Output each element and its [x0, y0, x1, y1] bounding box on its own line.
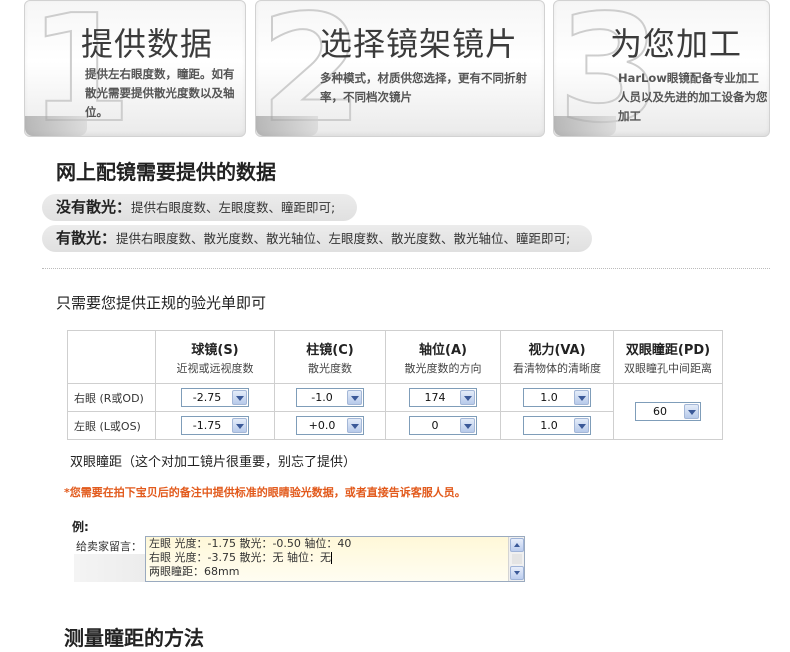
cell-pupil-distance: 60: [613, 383, 723, 440]
step-card-3: 3 为您加工 HarLow眼镜配备专业加工人员以及先进的加工设备为您加工: [553, 0, 770, 137]
chevron-down-icon[interactable]: [232, 390, 247, 405]
astigmatism-pill: 有散光：提供右眼度数、散光度数、散光轴位、左眼度数、散光度数、散光轴位、瞳距即可…: [42, 225, 593, 252]
message-line-pd: 两眼瞳距：68mm: [149, 565, 240, 578]
chevron-down-icon[interactable]: [460, 390, 475, 405]
chevron-down-icon[interactable]: [347, 390, 362, 405]
example-label-shade: [74, 554, 146, 582]
step-number-shadow: [25, 116, 87, 136]
cell-cylinder: -1.0: [274, 383, 386, 412]
chevron-down-icon[interactable]: [574, 390, 589, 405]
cylinder-select-left[interactable]: +0.0: [296, 416, 364, 435]
pd-importance-note: 双眼瞳距（这个对加工镜片很重要，别忘了提供）: [70, 455, 357, 470]
step-number-shadow: [256, 116, 318, 136]
table-row-right-eye: 右眼 (R或OD) -2.75 -1.0 174 1.0 60: [67, 383, 723, 440]
row-label: 左眼 (L或OS): [67, 411, 156, 440]
pill-label: 没有散光：: [56, 198, 132, 216]
step-title: 为您加工: [610, 25, 743, 63]
header-cylinder: 柱镜(C) 散光度数: [274, 330, 386, 384]
step-card-2: 2 选择镜架镜片 多种模式，材质供您选择，更有不同折射率，不同档次镜片: [255, 0, 545, 137]
axis-select-left[interactable]: 0: [409, 416, 477, 435]
step-title: 提供数据: [81, 25, 214, 63]
row-label: 右眼 (R或OD): [67, 383, 156, 412]
text-caret: [330, 552, 332, 564]
cell-visual-acuity: 1.0: [500, 383, 614, 412]
steps-banner: 1 提供数据 提供左右眼度数，瞳距。如有散光需要提供散光度数以及轴位。 2 选择…: [24, 0, 770, 137]
cell-sphere: -2.75: [155, 383, 275, 412]
chevron-down-icon[interactable]: [684, 404, 699, 419]
prescription-table: 球镜(S) 近视或远视度数 柱镜(C) 散光度数 轴位(A) 散光度数的方向 视…: [67, 330, 723, 440]
cell-cylinder: +0.0: [274, 411, 386, 440]
message-field-label: 给卖家留言：: [76, 540, 142, 553]
chevron-down-icon[interactable]: [347, 418, 362, 433]
pill-text: 提供右眼度数、散光度数、散光轴位、左眼度数、散光度数、散光轴位、瞳距即可;: [116, 231, 571, 246]
step-card-1: 1 提供数据 提供左右眼度数，瞳距。如有散光需要提供散光度数以及轴位。: [24, 0, 246, 137]
table-corner-cell: [67, 330, 156, 384]
va-select-left[interactable]: 1.0: [523, 416, 591, 435]
seller-message-textarea[interactable]: 左眼 光度：-1.75 散光：-0.50 轴位：40 右眼 光度：-3.75 散…: [145, 536, 525, 582]
pill-text: 提供右眼度数、左眼度数、瞳距即可;: [131, 200, 336, 215]
scroll-track[interactable]: [512, 554, 522, 564]
sphere-select-left[interactable]: -1.75: [181, 416, 249, 435]
no-astigmatism-pill: 没有散光：提供右眼度数、左眼度数、瞳距即可;: [42, 194, 358, 221]
step-number-shadow: [554, 116, 616, 136]
cell-visual-acuity: 1.0: [500, 411, 614, 440]
sphere-select-right[interactable]: -2.75: [181, 388, 249, 407]
message-line-right-eye: 右眼 光度：-3.75 散光：无 轴位：无: [149, 551, 332, 564]
va-select-right[interactable]: 1.0: [523, 388, 591, 407]
cell-sphere: -1.75: [155, 411, 275, 440]
scroll-down-icon[interactable]: [510, 566, 524, 580]
cell-axis: 174: [385, 383, 501, 412]
header-pupil-distance: 双眼瞳距(PD) 双眼瞳孔中间距离: [613, 330, 723, 384]
dotted-divider: [42, 268, 770, 269]
step-description: HarLow眼镜配备专业加工人员以及先进的加工设备为您加工: [618, 71, 768, 123]
step-title: 选择镜架镜片: [320, 25, 519, 63]
header-sphere: 球镜(S) 近视或远视度数: [155, 330, 275, 384]
table-header-row: 球镜(S) 近视或远视度数 柱镜(C) 散光度数 轴位(A) 散光度数的方向 视…: [67, 330, 723, 384]
warning-note: *您需要在拍下宝贝后的备注中提供标准的眼睛验光数据，或者直接告诉客服人员。: [64, 486, 466, 499]
message-line-left-eye: 左眼 光度：-1.75 散光：-0.50 轴位：40: [149, 537, 352, 550]
header-visual-acuity: 视力(VA) 看清物体的清晰度: [500, 330, 614, 384]
chevron-down-icon[interactable]: [460, 418, 475, 433]
step-description: 提供左右眼度数，瞳距。如有散光需要提供散光度数以及轴位。: [85, 67, 235, 119]
cell-axis: 0: [385, 411, 501, 440]
scroll-up-icon[interactable]: [510, 538, 524, 552]
pd-select[interactable]: 60: [635, 402, 701, 421]
header-axis: 轴位(A) 散光度数的方向: [385, 330, 501, 384]
prescription-note: 只需要您提供正规的验光单即可: [56, 294, 267, 312]
chevron-down-icon[interactable]: [574, 418, 589, 433]
cylinder-select-right[interactable]: -1.0: [296, 388, 364, 407]
example-label: 例:: [72, 520, 89, 534]
section-title-required-data: 网上配镜需要提供的数据: [56, 160, 276, 184]
textarea-scrollbar[interactable]: [508, 537, 524, 581]
section-title-measure-pd: 测量瞳距的方法: [64, 626, 204, 650]
chevron-down-icon[interactable]: [232, 418, 247, 433]
axis-select-right[interactable]: 174: [409, 388, 477, 407]
step-description: 多种模式，材质供您选择，更有不同折射率，不同档次镜片: [320, 71, 527, 104]
pill-label: 有散光：: [56, 229, 117, 247]
